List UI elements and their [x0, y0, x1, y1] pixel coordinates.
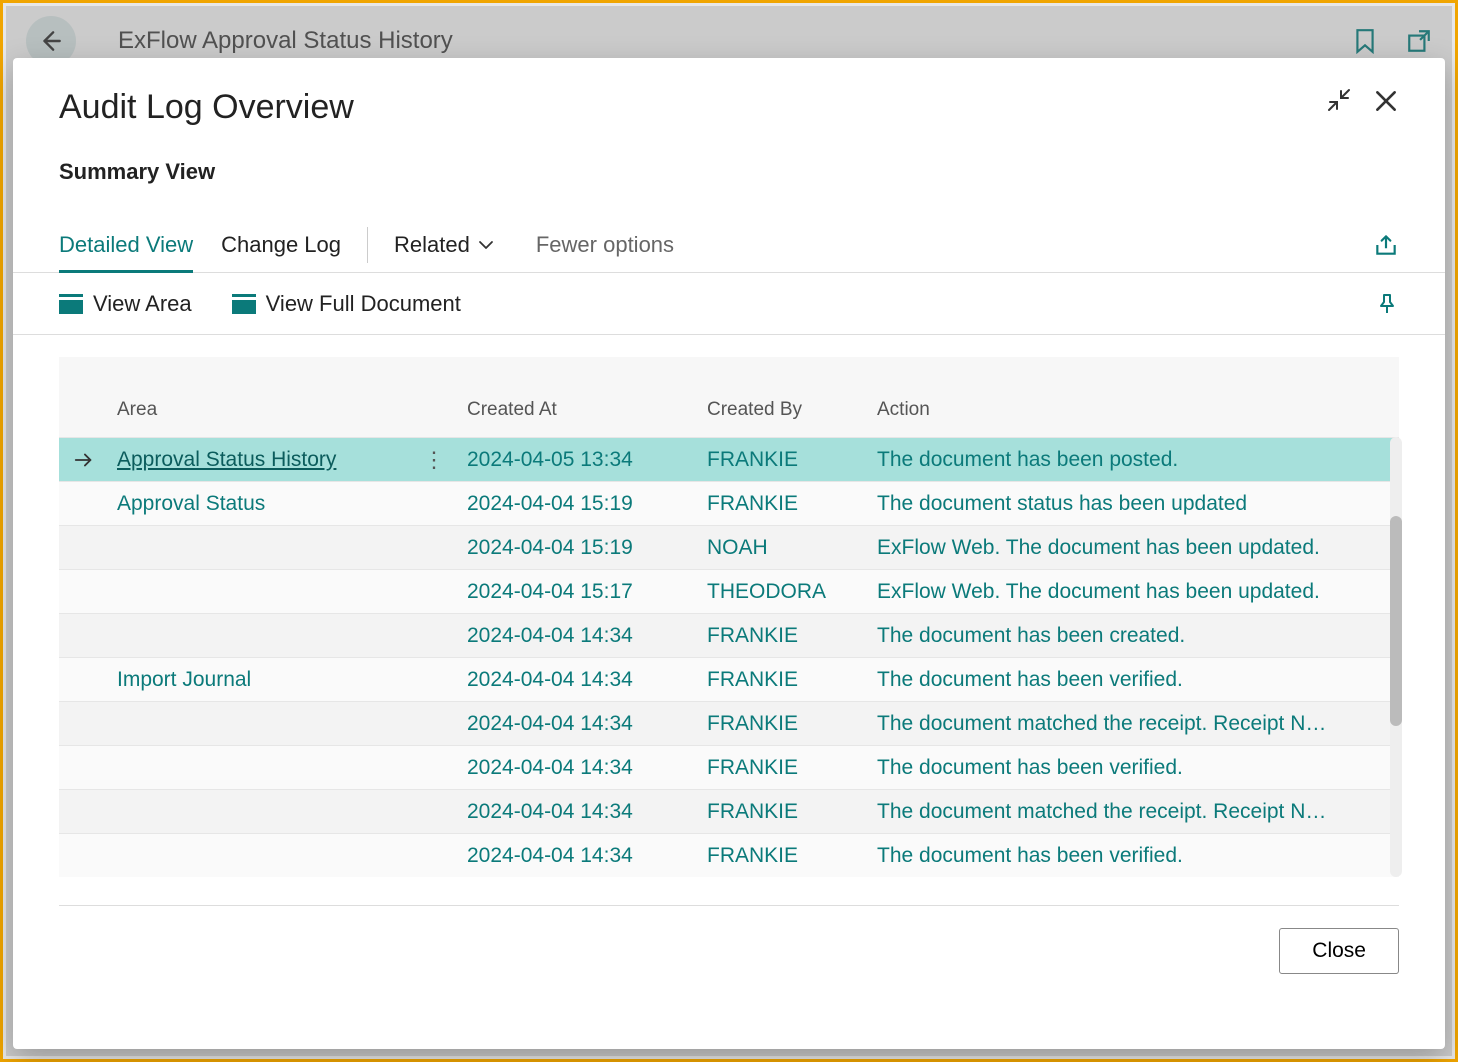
- cell-created-at: 2024-04-04 14:34: [459, 712, 699, 736]
- cell-area[interactable]: Approval Status: [109, 492, 409, 516]
- cell-created-by: FRANKIE: [699, 756, 869, 780]
- audit-table: Area Created At Created By Action Approv…: [59, 357, 1399, 877]
- menu-related[interactable]: Related: [394, 232, 494, 258]
- table-row[interactable]: 2024-04-04 15:19NOAHExFlow Web. The docu…: [59, 525, 1399, 569]
- view-full-document-label: View Full Document: [266, 291, 461, 317]
- cell-action: The document has been verified.: [869, 844, 1399, 868]
- table-row[interactable]: Import Journal 2024-04-04 14:34FRANKIEThe…: [59, 657, 1399, 701]
- table-row[interactable]: 2024-04-04 15:17THEODORAExFlow Web. The …: [59, 569, 1399, 613]
- cell-created-by: FRANKIE: [699, 624, 869, 648]
- table-row[interactable]: 2024-04-04 14:34FRANKIEThe document matc…: [59, 701, 1399, 745]
- cell-action: ExFlow Web. The document has been update…: [869, 536, 1399, 560]
- cell-created-by: NOAH: [699, 536, 869, 560]
- cell-created-at: 2024-04-04 14:34: [459, 756, 699, 780]
- fewer-options[interactable]: Fewer options: [536, 232, 674, 258]
- table-header: Area Created At Created By Action: [59, 357, 1399, 437]
- cell-created-by: FRANKIE: [699, 800, 869, 824]
- cell-action: The document has been verified.: [869, 756, 1399, 780]
- table-body: Approval Status History⋮2024-04-05 13:34…: [59, 437, 1399, 877]
- col-header-created-by[interactable]: Created By: [699, 399, 869, 421]
- grid-icon: [232, 294, 256, 314]
- cell-action: The document has been created.: [869, 624, 1399, 648]
- cell-created-at: 2024-04-04 14:34: [459, 844, 699, 868]
- cell-action: The document has been verified.: [869, 668, 1399, 692]
- cell-action: The document matched the receipt. Receip…: [869, 800, 1399, 824]
- audit-log-modal: Audit Log Overview Summary View Detailed…: [13, 58, 1445, 1049]
- collapse-icon[interactable]: [1327, 88, 1351, 114]
- cell-created-at: 2024-04-04 14:34: [459, 624, 699, 648]
- view-area-label: View Area: [93, 291, 192, 317]
- chevron-down-icon: [478, 239, 494, 251]
- view-full-document-button[interactable]: View Full Document: [232, 291, 461, 317]
- close-icon[interactable]: [1373, 88, 1399, 114]
- cell-created-at: 2024-04-04 15:17: [459, 580, 699, 604]
- cell-created-by: FRANKIE: [699, 844, 869, 868]
- table-row[interactable]: 2024-04-04 14:34FRANKIEThe document has …: [59, 833, 1399, 877]
- tab-change-log[interactable]: Change Log: [221, 232, 341, 258]
- table-row[interactable]: 2024-04-04 14:34FRANKIEThe document has …: [59, 745, 1399, 789]
- modal-title: Audit Log Overview: [59, 88, 1327, 127]
- col-header-action[interactable]: Action: [869, 399, 1399, 421]
- toolbar: Detailed View Change Log Related Fewer o…: [13, 217, 1445, 273]
- scrollbar-thumb[interactable]: [1390, 516, 1402, 726]
- cell-created-at: 2024-04-04 14:34: [459, 800, 699, 824]
- cell-created-at: 2024-04-05 13:34: [459, 448, 699, 472]
- cell-created-by: THEODORA: [699, 580, 869, 604]
- table-row[interactable]: 2024-04-04 14:34FRANKIEThe document matc…: [59, 789, 1399, 833]
- cell-created-by: FRANKIE: [699, 492, 869, 516]
- share-icon[interactable]: [1373, 232, 1399, 258]
- separator: [367, 227, 368, 263]
- cell-action: The document status has been updated: [869, 492, 1399, 516]
- table-row[interactable]: Approval Status History⋮2024-04-05 13:34…: [59, 437, 1399, 481]
- cell-created-by: FRANKIE: [699, 448, 869, 472]
- cell-created-at: 2024-04-04 15:19: [459, 536, 699, 560]
- grid-icon: [59, 294, 83, 314]
- cell-area[interactable]: Approval Status History: [109, 448, 409, 472]
- row-more-icon[interactable]: ⋮: [409, 447, 459, 473]
- cell-created-by: FRANKIE: [699, 668, 869, 692]
- row-select-arrow-icon[interactable]: [59, 449, 109, 471]
- subtoolbar: View Area View Full Document: [13, 273, 1445, 335]
- view-area-button[interactable]: View Area: [59, 291, 192, 317]
- cell-created-at: 2024-04-04 14:34: [459, 668, 699, 692]
- modal-subtitle: Summary View: [13, 137, 1445, 217]
- cell-action: ExFlow Web. The document has been update…: [869, 580, 1399, 604]
- table-row[interactable]: 2024-04-04 14:34FRANKIEThe document has …: [59, 613, 1399, 657]
- cell-action: The document has been posted.: [869, 448, 1399, 472]
- menu-related-label: Related: [394, 232, 470, 258]
- col-header-created-at[interactable]: Created At: [459, 399, 699, 421]
- cell-created-by: FRANKIE: [699, 712, 869, 736]
- table-row[interactable]: Approval Status 2024-04-04 15:19FRANKIETh…: [59, 481, 1399, 525]
- pin-icon[interactable]: [1375, 292, 1399, 316]
- cell-area[interactable]: Import Journal: [109, 668, 409, 692]
- cell-created-at: 2024-04-04 15:19: [459, 492, 699, 516]
- close-button[interactable]: Close: [1279, 928, 1399, 974]
- cell-action: The document matched the receipt. Receip…: [869, 712, 1399, 736]
- col-header-area[interactable]: Area: [109, 399, 409, 421]
- tab-detailed-view[interactable]: Detailed View: [59, 232, 193, 273]
